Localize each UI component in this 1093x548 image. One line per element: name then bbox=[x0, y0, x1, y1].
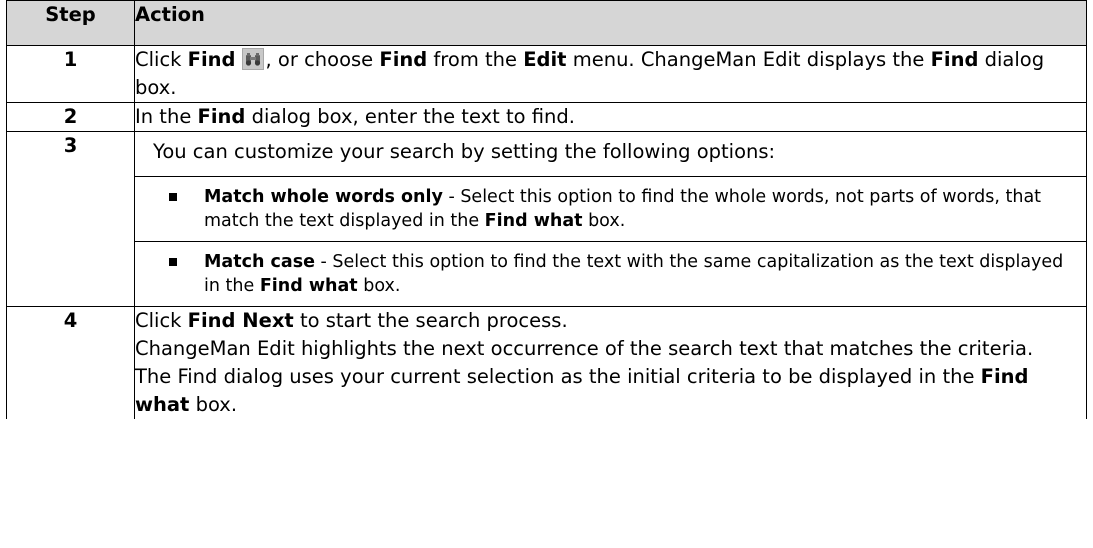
action-cell: Click Find Next to start the search proc… bbox=[134, 306, 1087, 419]
header-action: Action bbox=[134, 0, 1087, 46]
action-line: The Find dialog uses your current select… bbox=[135, 363, 1086, 419]
bullet-icon bbox=[169, 193, 177, 201]
ui-term: Find bbox=[379, 48, 428, 71]
step-number: 2 bbox=[6, 102, 135, 132]
table-header-row: Step Action bbox=[6, 0, 1087, 46]
table-row: 2 In the Find dialog box, enter the text… bbox=[6, 102, 1087, 132]
ui-term: Find bbox=[197, 105, 246, 128]
action-cell: You can customize your search by setting… bbox=[134, 131, 1087, 307]
action-text: Click bbox=[135, 309, 188, 332]
action-text: The Find dialog uses your current select… bbox=[135, 365, 981, 388]
ui-term: Find bbox=[930, 48, 979, 71]
options-intro: You can customize your search by setting… bbox=[135, 132, 1086, 177]
ui-term: Find bbox=[187, 48, 236, 71]
option-item: Match case - Select this option to find … bbox=[135, 241, 1086, 306]
action-text: dialog box, enter the text to find. bbox=[245, 105, 575, 128]
option-name: Match whole words only bbox=[204, 187, 443, 207]
header-step: Step bbox=[6, 0, 135, 46]
find-binoculars-icon bbox=[241, 48, 264, 70]
table-row: 1 Click Find, or choose Find from the Ed… bbox=[6, 45, 1087, 103]
document-page: Step Action 1 Click Find, or choose Find… bbox=[0, 0, 1093, 548]
action-text: menu. ChangeMan Edit displays the bbox=[566, 48, 931, 71]
action-line: Click Find Next to start the search proc… bbox=[135, 307, 1086, 335]
ui-term: Find Next bbox=[187, 309, 294, 332]
table-row: 4 Click Find Next to start the search pr… bbox=[6, 306, 1087, 419]
ui-term: Find what bbox=[484, 211, 583, 231]
option-description: box. bbox=[357, 276, 401, 296]
ui-term: Find what bbox=[259, 276, 358, 296]
ui-term: Edit bbox=[523, 48, 567, 71]
action-text: to start the search process. bbox=[293, 309, 568, 332]
action-text: , or choose bbox=[265, 48, 380, 71]
action-text: from the bbox=[427, 48, 524, 71]
action-text: In the bbox=[135, 105, 198, 128]
action-line: ChangeMan Edit highlights the next occur… bbox=[135, 337, 1034, 360]
action-text: Click bbox=[135, 48, 188, 71]
steps-table: Step Action 1 Click Find, or choose Find… bbox=[6, 0, 1087, 419]
action-cell: In the Find dialog box, enter the text t… bbox=[134, 102, 1087, 132]
option-name: Match case bbox=[204, 252, 315, 272]
step-number: 3 bbox=[6, 131, 135, 307]
step-number: 1 bbox=[6, 45, 135, 103]
bullet-icon bbox=[169, 258, 177, 266]
step-number: 4 bbox=[6, 306, 135, 419]
table-row: 3 You can customize your search by setti… bbox=[6, 131, 1087, 307]
option-description: box. bbox=[582, 211, 626, 231]
action-text: box. bbox=[189, 393, 238, 416]
option-item: Match whole words only - Select this opt… bbox=[135, 177, 1086, 241]
action-cell: Click Find, or choose Find from the Edit… bbox=[134, 45, 1087, 103]
